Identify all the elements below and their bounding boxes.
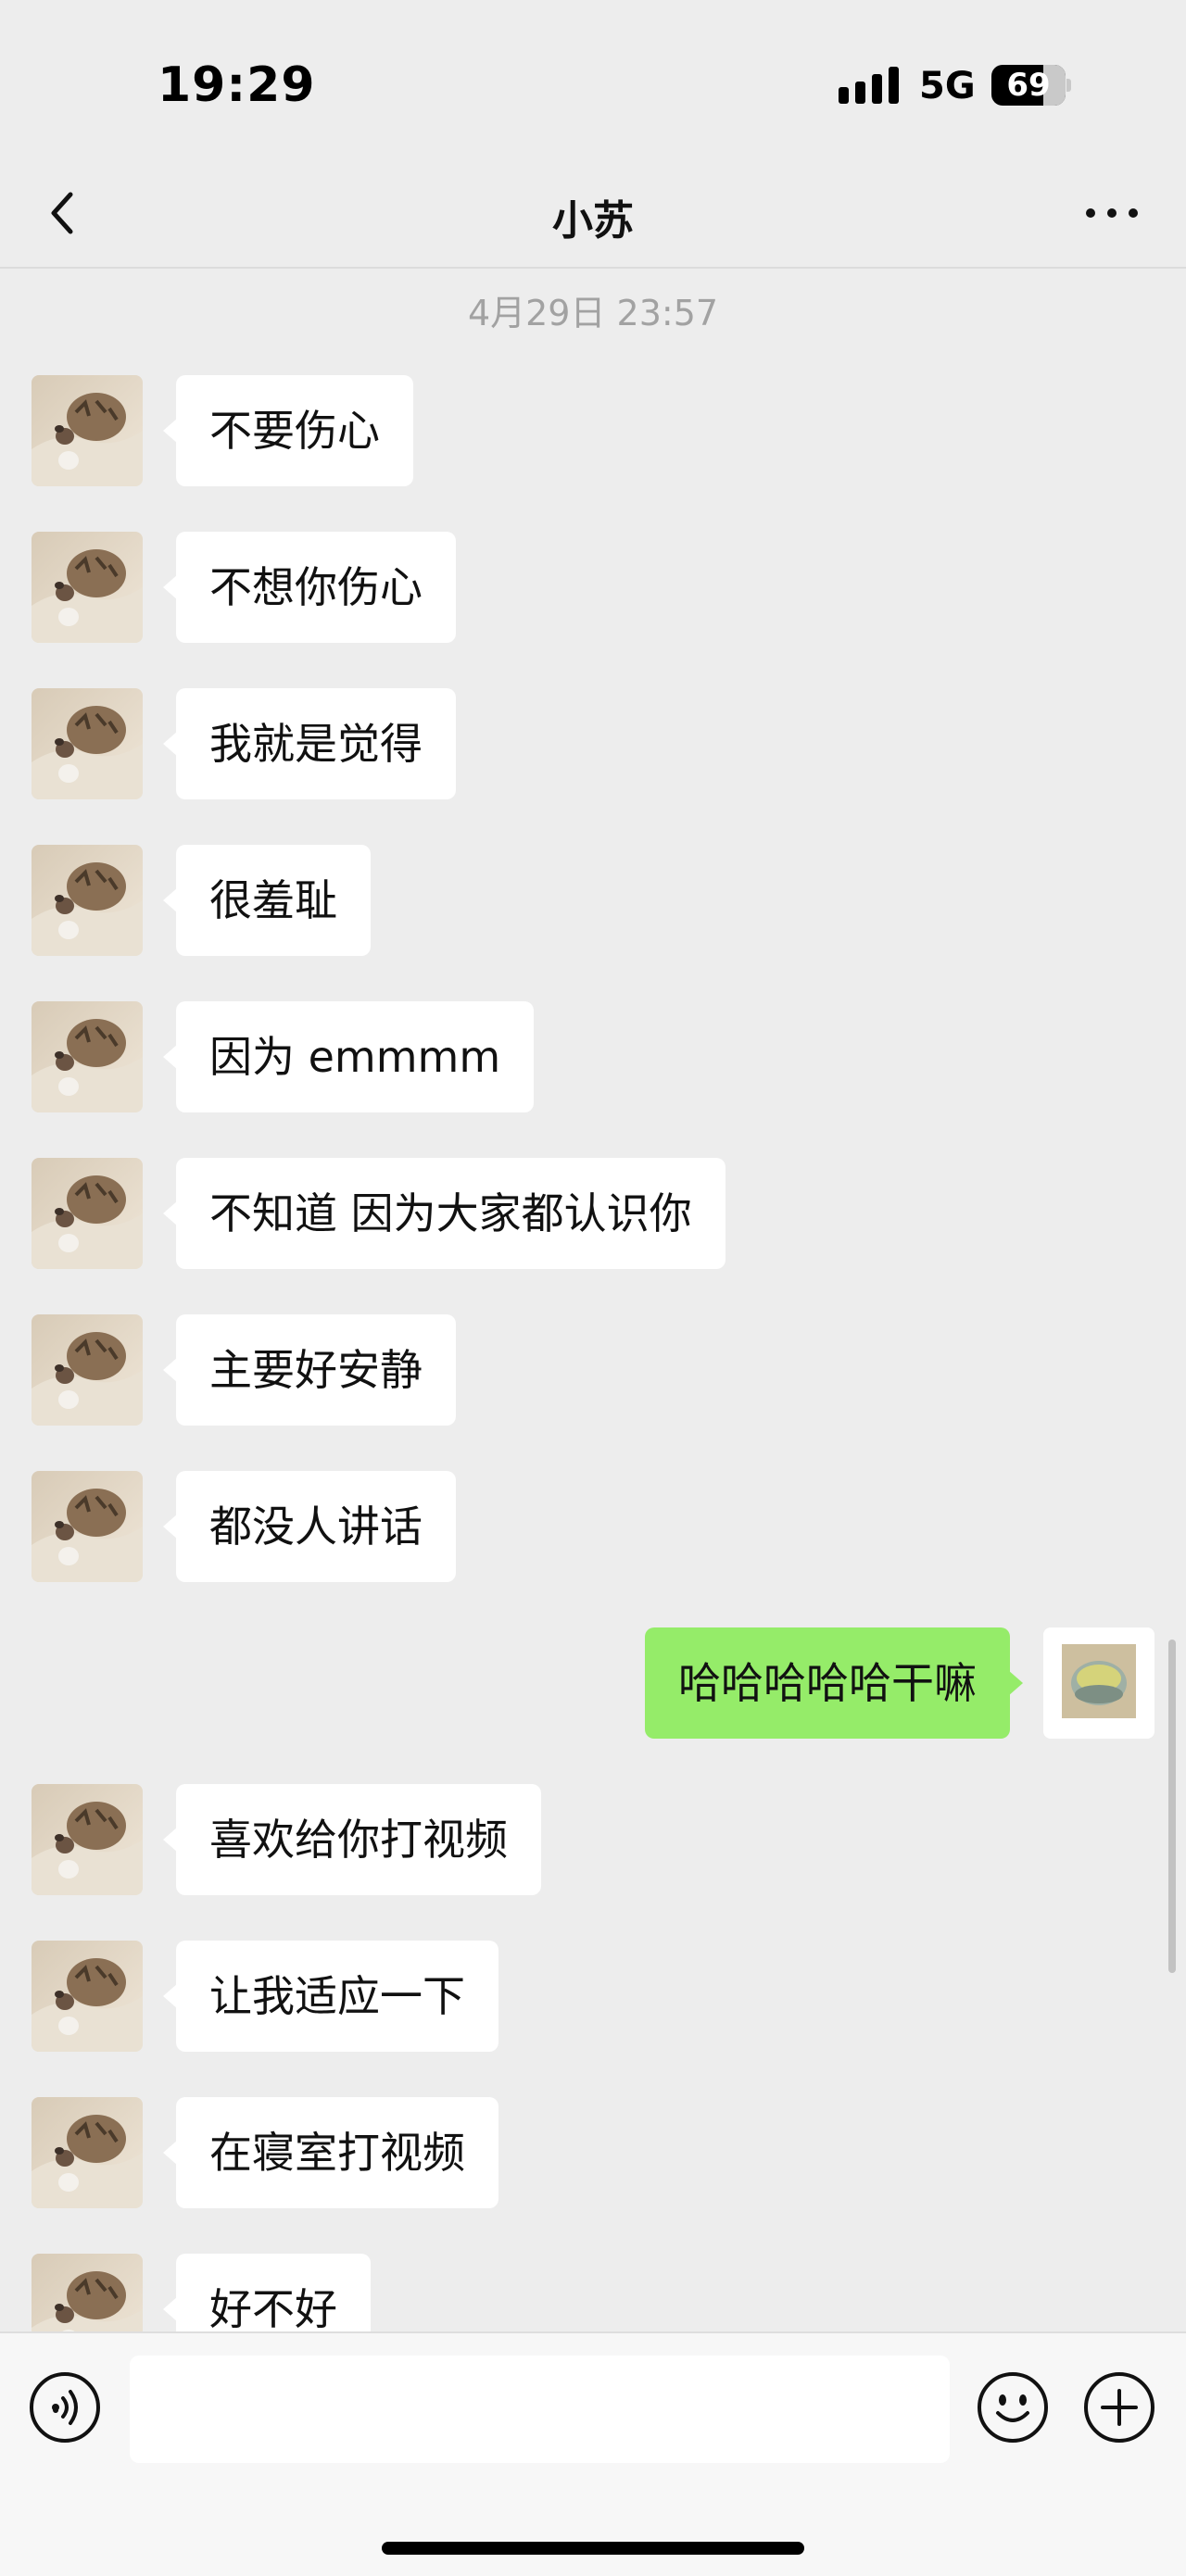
message-bubble[interactable]: 在寝室打视频 xyxy=(163,2097,498,2208)
status-time: 19:29 xyxy=(158,57,316,113)
message-bubble[interactable]: 很羞耻 xyxy=(163,845,371,956)
message-row: 因为 emmmm xyxy=(0,1001,1186,1112)
message-row: 都没人讲话 xyxy=(0,1471,1186,1582)
contact-avatar[interactable] xyxy=(32,375,143,486)
message-row-self: 哈哈哈哈哈干嘛 xyxy=(0,1627,1186,1739)
battery-level: 69 xyxy=(1006,67,1051,104)
more-button[interactable] xyxy=(1079,185,1144,241)
contact-avatar[interactable] xyxy=(32,2097,143,2208)
message-bubble[interactable]: 主要好安静 xyxy=(163,1314,456,1426)
message-bubble-self[interactable]: 哈哈哈哈哈干嘛 xyxy=(645,1627,1023,1739)
contact-avatar[interactable] xyxy=(32,845,143,956)
contact-avatar[interactable] xyxy=(32,1941,143,2052)
voice-button[interactable] xyxy=(28,2370,102,2444)
message-row: 不知道 因为大家都认识你 xyxy=(0,1158,1186,1269)
network-type: 5G xyxy=(919,65,976,107)
message-row: 我就是觉得 xyxy=(0,688,1186,799)
message-bubble[interactable]: 不要伤心 xyxy=(163,375,413,486)
message-bubble[interactable]: 不想你伤心 xyxy=(163,532,456,643)
contact-avatar[interactable] xyxy=(32,1471,143,1582)
message-row: 很羞耻 xyxy=(0,845,1186,956)
emoji-button[interactable] xyxy=(976,2370,1050,2444)
message-bubble[interactable]: 不知道 因为大家都认识你 xyxy=(163,1158,725,1269)
message-row: 好不好 xyxy=(0,2254,1186,2331)
message-row: 不想你伤心 xyxy=(0,532,1186,643)
contact-avatar[interactable] xyxy=(32,688,143,799)
message-row: 让我适应一下 xyxy=(0,1941,1186,2052)
battery-icon: 69 xyxy=(991,65,1071,106)
message-list[interactable]: 4月29日 23:57 不要伤心 不想你伤心 我就是觉得 很羞耻 因为 emmm… xyxy=(0,270,1186,2331)
message-row: 不要伤心 xyxy=(0,375,1186,486)
emoji-icon xyxy=(978,2372,1048,2443)
message-input[interactable] xyxy=(130,2356,950,2463)
contact-avatar[interactable] xyxy=(32,2254,143,2331)
message-bubble[interactable]: 都没人讲话 xyxy=(163,1471,456,1582)
status-bar: 19:29 5G 69 xyxy=(0,0,1186,157)
plus-icon xyxy=(1084,2372,1154,2443)
message-bubble[interactable]: 我就是觉得 xyxy=(163,688,456,799)
self-avatar[interactable] xyxy=(1043,1627,1154,1739)
input-bar xyxy=(0,2331,1186,2576)
message-row: 在寝室打视频 xyxy=(0,2097,1186,2208)
message-row: 主要好安静 xyxy=(0,1314,1186,1426)
more-icon xyxy=(1086,208,1138,218)
chat-screen: 19:29 5G 69 小苏 4月29日 23:57 不要伤心 不想你伤心 我就… xyxy=(0,0,1186,2576)
signal-icon xyxy=(839,67,900,104)
scrollbar[interactable] xyxy=(1168,1640,1176,1973)
contact-avatar[interactable] xyxy=(32,1158,143,1269)
chat-title: 小苏 xyxy=(552,197,634,245)
contact-avatar[interactable] xyxy=(32,1314,143,1426)
message-row: 喜欢给你打视频 xyxy=(0,1784,1186,1895)
chat-timestamp: 4月29日 23:57 xyxy=(467,293,719,333)
plus-button[interactable] xyxy=(1082,2370,1156,2444)
contact-avatar[interactable] xyxy=(32,532,143,643)
message-bubble[interactable]: 因为 emmmm xyxy=(162,1001,535,1112)
contact-avatar[interactable] xyxy=(32,1001,143,1112)
home-indicator[interactable] xyxy=(382,2542,804,2555)
chat-header: 小苏 xyxy=(0,157,1186,269)
message-bubble[interactable]: 让我适应一下 xyxy=(163,1941,498,2052)
voice-icon xyxy=(30,2372,100,2443)
message-bubble[interactable]: 好不好 xyxy=(163,2254,371,2331)
contact-avatar[interactable] xyxy=(32,1784,143,1895)
message-bubble[interactable]: 喜欢给你打视频 xyxy=(163,1784,541,1895)
